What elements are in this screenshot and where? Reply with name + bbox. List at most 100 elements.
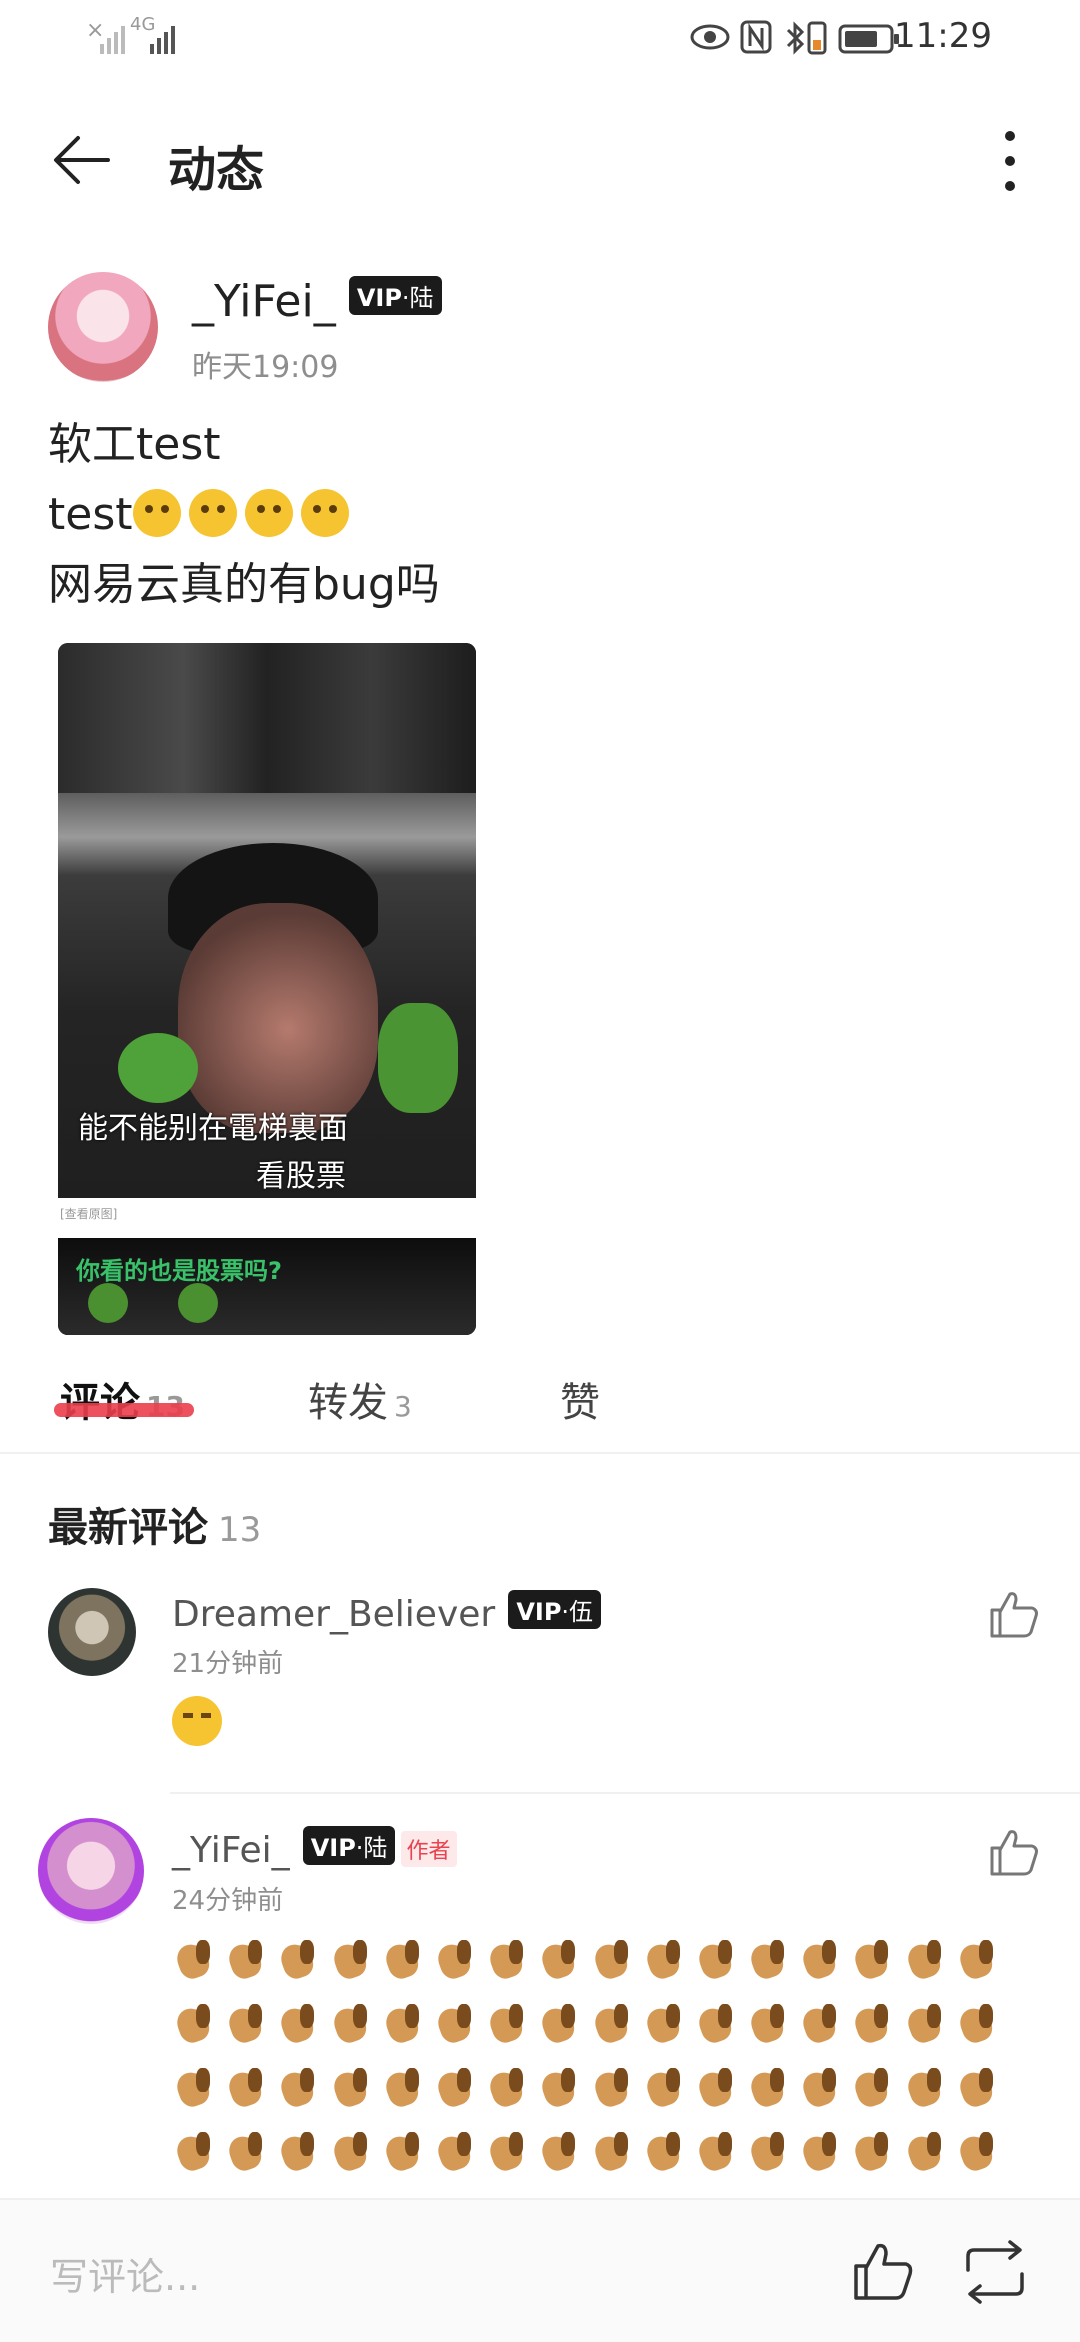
status-bar: × 4G 11:29: [0, 0, 1080, 84]
thumbs-up-icon[interactable]: [986, 1586, 1042, 1642]
horse-face-emoji: [798, 2002, 842, 2046]
horse-face-emoji: [850, 2066, 894, 2110]
thumbs-up-icon[interactable]: [850, 2238, 916, 2304]
horse-face-emoji: [329, 2066, 373, 2110]
horse-face-emoji: [590, 2130, 634, 2174]
horse-face-emoji: [433, 2066, 477, 2110]
image-separator: [58, 1198, 476, 1238]
tab-likes[interactable]: 赞: [560, 1370, 600, 1428]
author-name[interactable]: _YiFei_: [192, 276, 336, 327]
tab-comments[interactable]: 评论13: [60, 1370, 185, 1428]
divider: [0, 1452, 1080, 1454]
horse-face-emoji: [955, 2002, 999, 2046]
tab-likes-label: 赞: [560, 1380, 600, 1426]
horse-face-emoji: [642, 2066, 686, 2110]
tab-reposts[interactable]: 转发 3: [308, 1370, 412, 1428]
horse-face-emoji: [433, 2002, 477, 2046]
comment-input-bar: 写评论...: [0, 2198, 1080, 2342]
horse-face-emoji: [537, 1938, 581, 1982]
horse-face-emoji: [955, 1938, 999, 1982]
vip-level-label: ·伍: [561, 1598, 594, 1626]
horse-face-emoji: [590, 1938, 634, 1982]
horse-face-emoji: [798, 1938, 842, 1982]
image-green-figure: [88, 1283, 128, 1323]
thinking-face-emoji: [300, 489, 349, 537]
emoji-row: [172, 1938, 1012, 2002]
horse-face-emoji: [903, 1938, 947, 1982]
page-title: 动态: [168, 142, 265, 198]
commenter-avatar[interactable]: [38, 1818, 144, 1924]
horse-face-emoji: [381, 2130, 425, 2174]
horse-face-emoji: [642, 1938, 686, 1982]
comment-1-header: Dreamer_Believer VIP·伍: [172, 1590, 602, 1635]
image-green-figure: [118, 1033, 198, 1103]
horse-face-emoji: [172, 1938, 216, 1982]
comment-time: 21分钟前: [172, 1649, 284, 1679]
comment-input[interactable]: 写评论...: [50, 2246, 200, 2301]
top-app-bar: 动态: [0, 100, 1080, 220]
arrow-left-icon[interactable]: [50, 128, 114, 192]
horse-face-emoji: [276, 1938, 320, 1982]
thinking-face-emoji: [132, 489, 181, 537]
vip-badge[interactable]: VIP·陆: [302, 1826, 396, 1865]
horse-face-emoji: [850, 1938, 894, 1982]
vip-badge[interactable]: VIP·陆: [348, 276, 442, 315]
horse-face-emoji: [694, 2002, 738, 2046]
post-image[interactable]: 能不能别在電梯裏面 看股票 [查看原图] 你看的也是股票吗?: [58, 643, 476, 1335]
image-top-panel: [58, 643, 476, 793]
vip-badge[interactable]: VIP·伍: [508, 1590, 602, 1629]
horse-face-emoji: [642, 2002, 686, 2046]
horse-face-emoji: [381, 2066, 425, 2110]
section-count: 13: [218, 1510, 262, 1550]
horse-face-emoji: [903, 2130, 947, 2174]
horse-face-emoji: [276, 2066, 320, 2110]
horse-face-emoji: [537, 2130, 581, 2174]
horse-face-emoji: [224, 1938, 268, 1982]
emoji-row: [172, 2130, 1012, 2194]
horse-face-emoji: [537, 2066, 581, 2110]
post-line-2: test: [48, 480, 440, 550]
thinking-face-emoji: [188, 489, 237, 537]
emoji-row: [172, 2002, 1012, 2066]
nfc-icon: [740, 20, 772, 54]
vip-level-label: ·陆: [355, 1834, 388, 1862]
image-figure-face: [178, 903, 378, 1133]
image-caption-2: 看股票: [256, 1159, 346, 1194]
comment-emoji-block: [172, 1938, 1012, 2194]
comment-time: 24分钟前: [172, 1886, 284, 1916]
horse-face-emoji: [590, 2002, 634, 2046]
horse-face-emoji: [485, 2002, 529, 2046]
signal-bars-icon: [100, 26, 125, 54]
vip-badge-label: VIP: [310, 1834, 356, 1862]
author-row: _YiFei_ VIP·陆: [192, 276, 442, 327]
horse-face-emoji: [329, 1938, 373, 1982]
section-title: 最新评论 13: [48, 1495, 261, 1553]
horse-face-emoji: [485, 1938, 529, 1982]
thinking-face-emoji: [244, 489, 293, 537]
horse-face-emoji: [903, 2066, 947, 2110]
horse-face-emoji: [590, 2066, 634, 2110]
horse-face-emoji: [224, 2002, 268, 2046]
horse-face-emoji: [485, 2130, 529, 2174]
image-green-figure: [378, 1003, 458, 1113]
author-avatar[interactable]: [48, 272, 158, 382]
horse-face-emoji: [850, 2130, 894, 2174]
active-tab-indicator: [54, 1403, 194, 1417]
more-vertical-icon[interactable]: [990, 126, 1030, 196]
horse-face-emoji: [746, 1938, 790, 1982]
thumbs-up-icon[interactable]: [986, 1824, 1042, 1880]
signal-bars-icon-2: [150, 26, 175, 54]
post-content: 软工test test 网易云真的有bug吗: [48, 410, 440, 620]
horse-face-emoji: [329, 2130, 373, 2174]
comment-separator: [170, 1792, 1080, 1794]
horse-face-emoji: [798, 2066, 842, 2110]
commenter-name[interactable]: _YiFei_: [172, 1830, 290, 1871]
view-original-label[interactable]: [查看原图]: [60, 1205, 117, 1222]
image-caption-1: 能不能别在電梯裏面: [78, 1111, 348, 1146]
author-tag: 作者: [400, 1831, 457, 1867]
repost-icon[interactable]: [960, 2240, 1030, 2304]
unamused-face-emoji: [172, 1696, 222, 1746]
commenter-name[interactable]: Dreamer_Believer: [172, 1594, 495, 1635]
commenter-avatar[interactable]: [48, 1588, 136, 1676]
horse-face-emoji: [537, 2002, 581, 2046]
